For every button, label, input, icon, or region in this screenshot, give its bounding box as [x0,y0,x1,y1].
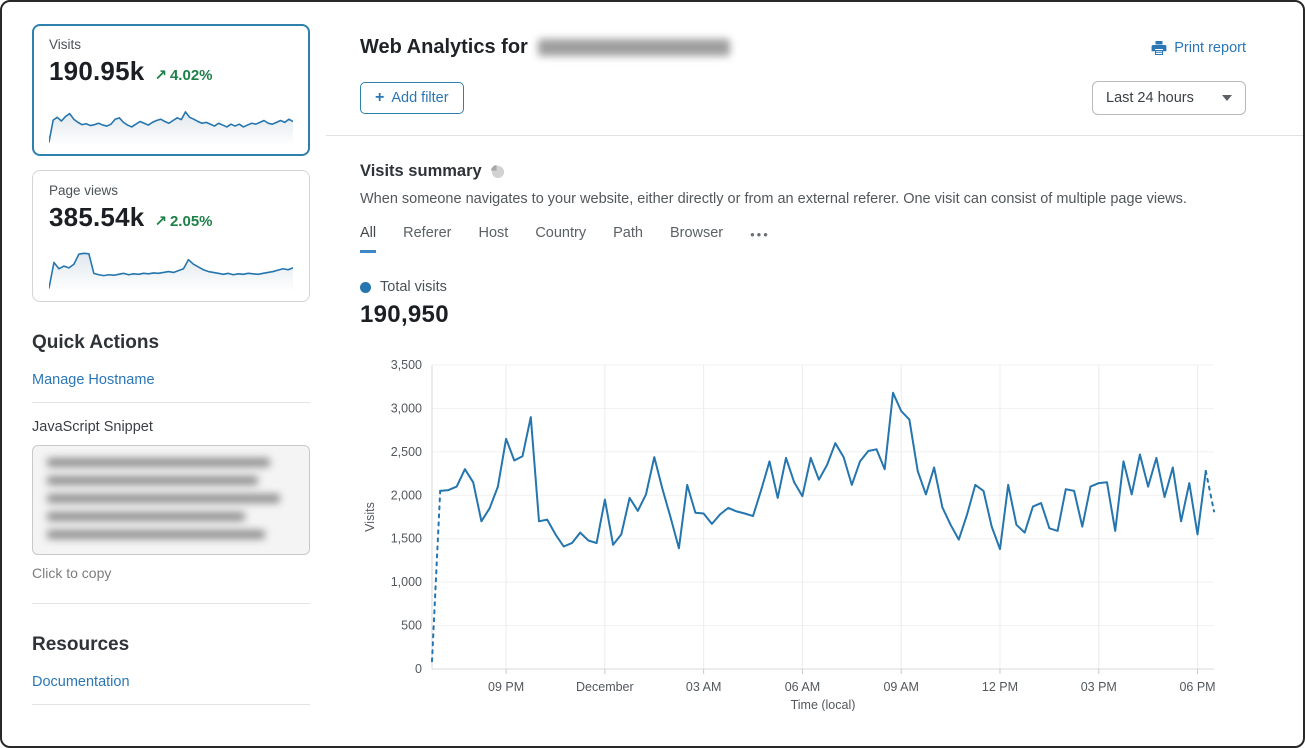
tab-path[interactable]: Path [613,225,643,253]
metric-value: 190.95k [49,56,144,87]
visits-summary-heading: Visits summary [360,162,482,181]
add-filter-button[interactable]: + Add filter [360,82,464,114]
javascript-snippet-label: JavaScript Snippet [32,419,310,435]
metric-delta-value: 2.05% [170,213,213,230]
resources-heading: Resources [32,634,310,656]
divider [32,402,310,403]
svg-text:06 AM: 06 AM [785,680,820,694]
total-visits-value: 190,950 [360,301,1246,329]
svg-text:1,500: 1,500 [391,532,422,546]
manage-hostname-link[interactable]: Manage Hostname [32,360,310,402]
metric-card-page-views[interactable]: Page views 385.54k ↗2.05% [32,170,310,302]
svg-text:2,000: 2,000 [391,488,422,502]
metric-label: Visits [49,37,293,52]
metric-delta: ↗4.02% [154,66,212,84]
more-tabs-icon[interactable]: ••• [750,227,770,251]
svg-text:3,000: 3,000 [391,401,422,415]
time-range-value: Last 24 hours [1106,90,1194,106]
svg-text:09 AM: 09 AM [883,680,918,694]
svg-text:December: December [576,680,634,694]
legend-label: Total visits [380,279,447,295]
pie-chart-icon [490,164,505,179]
tab-browser[interactable]: Browser [670,225,723,253]
svg-text:2,500: 2,500 [391,445,422,459]
divider [32,704,310,705]
blurred-code-line [47,512,245,521]
blurred-domain-name [538,39,730,56]
metric-card-visits[interactable]: Visits 190.95k ↗4.02% [32,24,310,156]
svg-text:Time (local): Time (local) [791,698,856,711]
quick-actions-heading: Quick Actions [32,332,310,354]
trend-up-icon: ↗ [154,67,167,84]
metric-delta: ↗2.05% [154,212,212,230]
svg-text:03 PM: 03 PM [1081,680,1117,694]
metric-label: Page views [49,183,293,198]
svg-text:1,000: 1,000 [391,575,422,589]
svg-text:12 PM: 12 PM [982,680,1018,694]
page-title-text: Web Analytics for [360,36,528,59]
svg-text:Visits: Visits [363,502,377,532]
svg-text:0: 0 [415,662,422,676]
javascript-snippet-code-box[interactable] [32,445,310,555]
visits-sparkline [49,93,293,147]
visits-summary-description: When someone navigates to your website, … [360,191,1246,207]
chart-legend: Total visits [360,279,1246,295]
sidebar: Visits 190.95k ↗4.02% Page views 385.54k… [2,2,326,746]
page-views-sparkline [49,239,293,293]
svg-text:03 AM: 03 AM [686,680,721,694]
plus-icon: + [375,90,384,106]
divider [32,603,310,604]
page-title: Web Analytics for [360,36,730,59]
click-to-copy-hint: Click to copy [32,565,310,581]
printer-icon [1151,40,1167,56]
time-range-dropdown[interactable]: Last 24 hours [1092,81,1246,115]
main-content: Web Analytics for Print report + Add fil… [326,2,1305,746]
blurred-code-line [47,458,270,467]
svg-text:09 PM: 09 PM [488,680,524,694]
trend-up-icon: ↗ [154,213,167,230]
legend-dot-icon [360,282,371,293]
svg-text:06 PM: 06 PM [1179,680,1215,694]
visits-line-chart: 0 500 1,000 1,500 2,000 2,500 3,000 3,500 09 PM D… [360,353,1246,711]
metric-value: 385.54k [49,202,144,233]
svg-text:500: 500 [401,619,422,633]
app-window: Visits 190.95k ↗4.02% Page views 385.54k… [0,0,1305,748]
summary-tabs: All Referer Host Country Path Browser ••… [360,225,1246,253]
tab-all[interactable]: All [360,225,376,253]
print-report-button[interactable]: Print report [1151,40,1246,56]
blurred-code-line [47,494,280,503]
tab-host[interactable]: Host [478,225,508,253]
tab-country[interactable]: Country [535,225,586,253]
add-filter-label: Add filter [391,90,448,106]
svg-text:3,500: 3,500 [391,358,422,372]
visits-chart: 0 500 1,000 1,500 2,000 2,500 3,000 3,500 09 PM D… [360,353,1246,716]
chevron-down-icon [1222,95,1232,101]
print-report-label: Print report [1174,40,1246,56]
blurred-code-line [47,476,258,485]
blurred-code-line [47,530,265,539]
tab-referer[interactable]: Referer [403,225,451,253]
documentation-link[interactable]: Documentation [32,662,310,704]
metric-delta-value: 4.02% [170,67,213,84]
